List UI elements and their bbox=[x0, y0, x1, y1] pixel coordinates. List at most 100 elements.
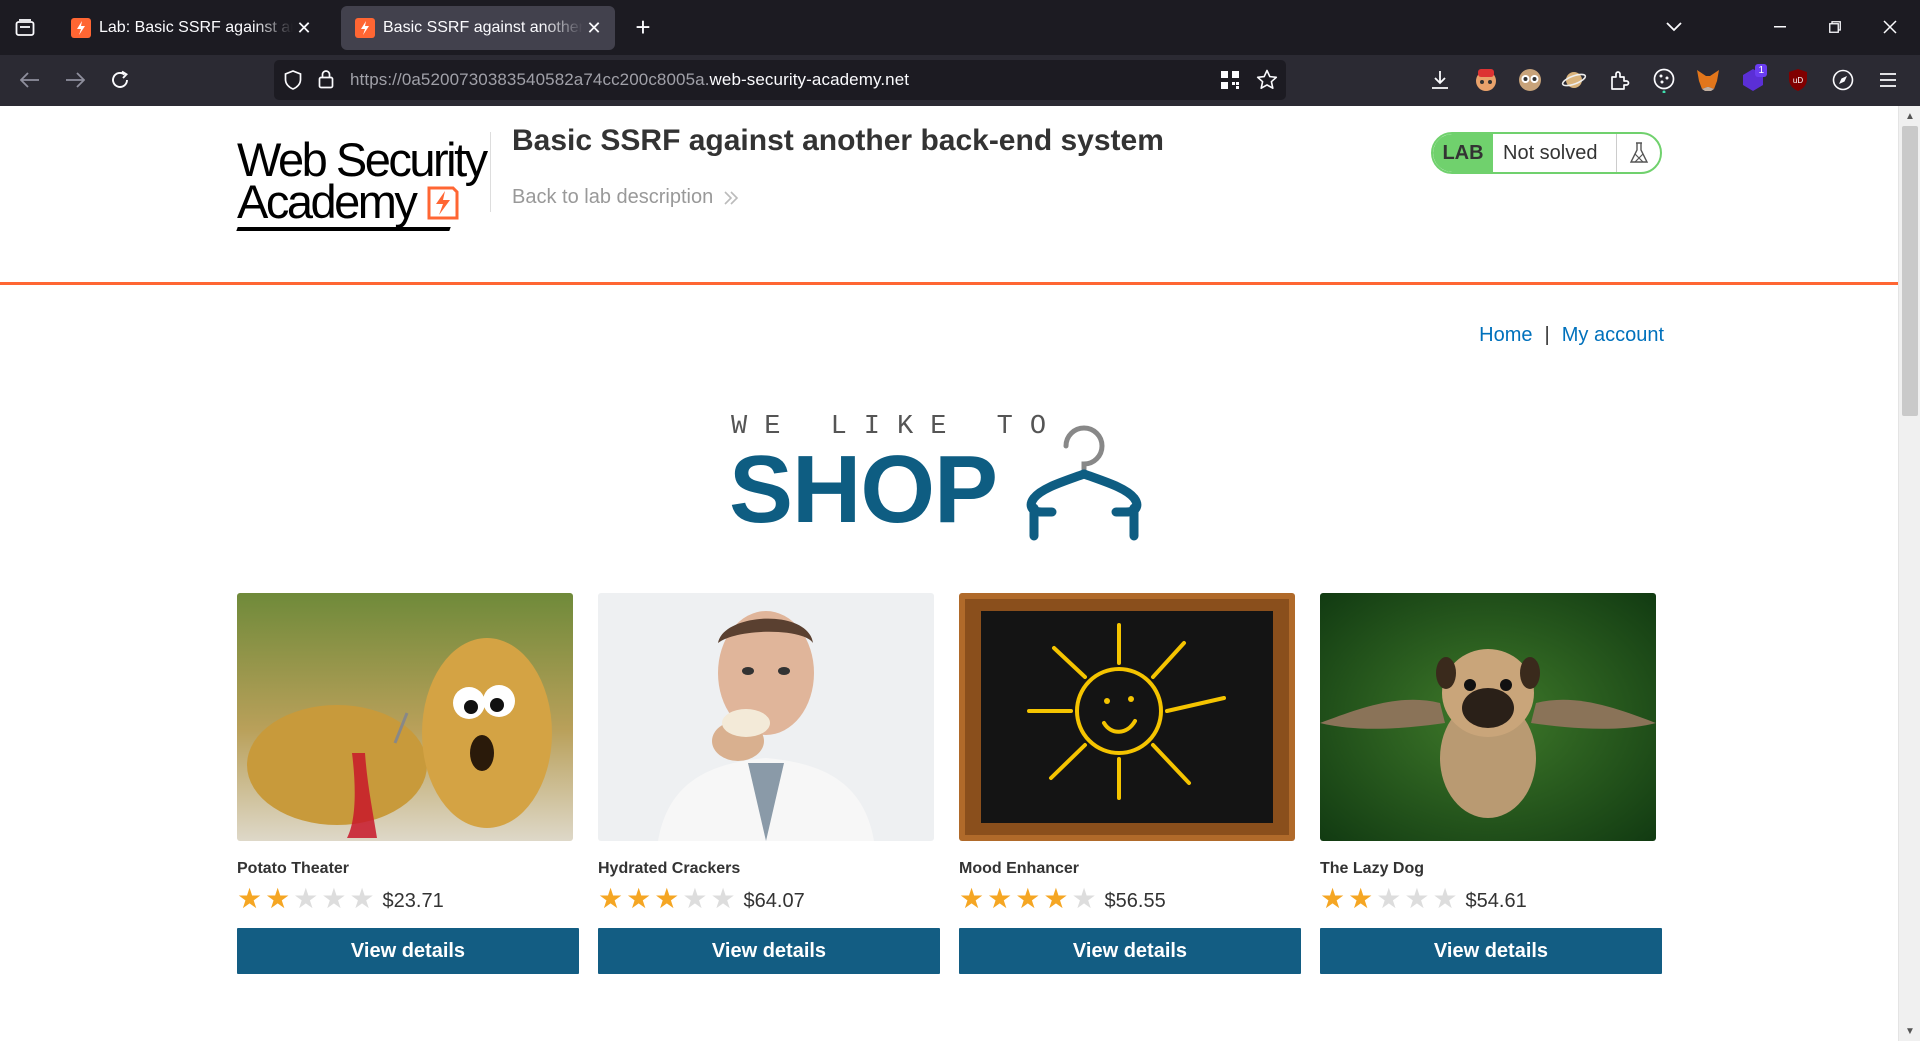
tab-lab-instance[interactable]: Basic SSRF against another back-end syst… bbox=[341, 6, 615, 50]
product-card: Potato Theater ★ ★ ★ ★ ★ $23.71 View details bbox=[237, 593, 579, 974]
restore-button[interactable] bbox=[1815, 10, 1855, 44]
view-details-button[interactable]: View details bbox=[1320, 928, 1662, 974]
tab-title: Basic SSRF against another back-end syst… bbox=[383, 19, 583, 36]
restore-icon bbox=[1829, 21, 1841, 33]
back-link-label: Back to lab description bbox=[512, 186, 714, 208]
url-prefix: https://0a5200730383540582a74cc200c8005a… bbox=[350, 70, 710, 89]
product-image[interactable] bbox=[959, 593, 1295, 841]
view-details-button[interactable]: View details bbox=[959, 928, 1301, 974]
product-rating-row: ★ ★ ★ ★ ★ $64.07 bbox=[598, 884, 940, 914]
list-all-tabs-button[interactable] bbox=[1656, 10, 1692, 44]
extension-burp-button[interactable] bbox=[1470, 64, 1502, 96]
extension-cookie-button[interactable] bbox=[1648, 64, 1680, 96]
home-link[interactable]: Home bbox=[1479, 324, 1532, 347]
product-price: $54.61 bbox=[1465, 889, 1527, 912]
scroll-down-arrow-icon[interactable]: ▼ bbox=[1899, 1021, 1920, 1041]
extensions-button[interactable] bbox=[1603, 64, 1635, 96]
star-rating: ★ ★ ★ ★ ★ bbox=[959, 885, 1097, 913]
planet-extension-icon bbox=[1561, 72, 1587, 88]
ublock-icon: uD bbox=[1789, 69, 1807, 91]
portswigger-favicon-icon bbox=[71, 18, 91, 38]
scroll-up-arrow-icon[interactable]: ▲ bbox=[1899, 106, 1920, 126]
product-name: Potato Theater bbox=[237, 860, 350, 877]
lab-status-widget: LAB Not solved bbox=[1431, 132, 1662, 174]
app-menu-button[interactable] bbox=[1872, 64, 1904, 96]
lock-icon[interactable] bbox=[318, 69, 334, 94]
extension-owl-button[interactable] bbox=[1514, 64, 1546, 96]
star-empty-icon: ★ bbox=[1432, 883, 1458, 914]
new-tab-button[interactable]: + bbox=[628, 13, 658, 43]
forward-button[interactable] bbox=[58, 63, 92, 97]
url-text[interactable]: https://0a5200730383540582a74cc200c8005a… bbox=[350, 70, 909, 90]
product-name: The Lazy Dog bbox=[1320, 860, 1425, 877]
banner-headline: SHOP bbox=[729, 436, 998, 543]
reload-icon bbox=[112, 70, 128, 88]
academy-lightning-icon bbox=[427, 186, 459, 220]
clothes-hanger-icon bbox=[1026, 425, 1142, 541]
reload-button[interactable] bbox=[103, 63, 137, 97]
arrow-left-icon bbox=[20, 72, 39, 88]
vertical-scrollbar[interactable]: ▲ ▼ bbox=[1898, 106, 1920, 1041]
extension-metamask-button[interactable] bbox=[1692, 64, 1724, 96]
star-filled-icon: ★ bbox=[1043, 883, 1069, 914]
shop-banner: WE LIKE TO SHOP bbox=[729, 412, 1169, 542]
url-bar[interactable]: https://0a5200730383540582a74cc200c8005a… bbox=[274, 60, 1286, 100]
tab-title: Lab: Basic SSRF against another back-end… bbox=[99, 19, 293, 36]
header-divider bbox=[490, 132, 491, 212]
tab-lab-description[interactable]: Lab: Basic SSRF against another back-end… bbox=[57, 6, 325, 50]
star-filled-icon: ★ bbox=[959, 883, 985, 914]
top-navigation: Home | My account bbox=[1479, 324, 1664, 347]
star-empty-icon: ★ bbox=[321, 883, 347, 914]
product-image[interactable] bbox=[1320, 593, 1656, 841]
extension-ublock-button[interactable]: uD bbox=[1782, 64, 1814, 96]
product-rating-row: ★ ★ ★ ★ ★ $54.61 bbox=[1320, 884, 1662, 914]
star-filled-icon: ★ bbox=[598, 883, 624, 914]
qr-code-icon[interactable] bbox=[1220, 70, 1240, 95]
tab-list-button[interactable] bbox=[8, 12, 42, 44]
download-button[interactable] bbox=[1424, 64, 1456, 96]
star-filled-icon: ★ bbox=[1348, 883, 1374, 914]
my-account-link[interactable]: My account bbox=[1562, 324, 1664, 347]
star-rating: ★ ★ ★ ★ ★ bbox=[1320, 885, 1458, 913]
close-tab-icon[interactable]: ✕ bbox=[583, 17, 605, 39]
product-name: Hydrated Crackers bbox=[598, 860, 741, 877]
arrow-right-icon bbox=[66, 72, 85, 88]
logo-text-line2: Academy bbox=[237, 175, 418, 228]
plus-icon: + bbox=[635, 12, 651, 42]
navigation-toolbar: https://0a5200730383540582a74cc200c8005a… bbox=[0, 55, 1920, 106]
extension-planet-button[interactable] bbox=[1558, 64, 1590, 96]
web-security-academy-logo[interactable]: Web Security Academy bbox=[236, 130, 488, 232]
hamburger-menu-icon bbox=[1880, 73, 1896, 87]
close-window-button[interactable] bbox=[1870, 10, 1910, 44]
web-page: Web Security Academy Basic SSRF against … bbox=[0, 106, 1898, 1041]
product-image[interactable] bbox=[598, 593, 934, 841]
lab-flask-button[interactable] bbox=[1616, 134, 1660, 172]
close-tab-icon[interactable]: ✕ bbox=[293, 17, 315, 39]
star-filled-icon: ★ bbox=[654, 883, 680, 914]
back-to-lab-description-link[interactable]: Back to lab description bbox=[512, 186, 739, 209]
product-name: Mood Enhancer bbox=[959, 860, 1080, 877]
product-card: The Lazy Dog ★ ★ ★ ★ ★ $54.61 View details bbox=[1320, 593, 1662, 974]
extension-compass-button[interactable] bbox=[1827, 64, 1859, 96]
product-rating-row: ★ ★ ★ ★ ★ $56.55 bbox=[959, 884, 1301, 914]
minimize-button[interactable] bbox=[1760, 10, 1800, 44]
scroll-thumb[interactable] bbox=[1902, 126, 1918, 416]
back-button[interactable] bbox=[13, 63, 47, 97]
double-chevron-right-icon bbox=[724, 190, 739, 205]
tracking-shield-icon[interactable] bbox=[284, 70, 302, 95]
extension-badge-button[interactable]: 1 bbox=[1737, 64, 1769, 96]
owl-extension-icon bbox=[1519, 69, 1541, 91]
tab-bar: Lab: Basic SSRF against another back-end… bbox=[0, 0, 1920, 55]
star-empty-icon: ★ bbox=[710, 883, 736, 914]
star-filled-icon: ★ bbox=[237, 883, 263, 914]
star-filled-icon: ★ bbox=[987, 883, 1013, 914]
view-details-button[interactable]: View details bbox=[237, 928, 579, 974]
product-image[interactable] bbox=[237, 593, 573, 841]
product-price: $64.07 bbox=[743, 889, 805, 912]
nav-separator: | bbox=[1544, 324, 1550, 346]
cookie-extension-icon bbox=[1653, 68, 1675, 93]
view-details-button[interactable]: View details bbox=[598, 928, 940, 974]
logo-underline bbox=[236, 227, 451, 231]
star-icon[interactable] bbox=[1256, 69, 1278, 96]
star-filled-icon: ★ bbox=[265, 883, 291, 914]
